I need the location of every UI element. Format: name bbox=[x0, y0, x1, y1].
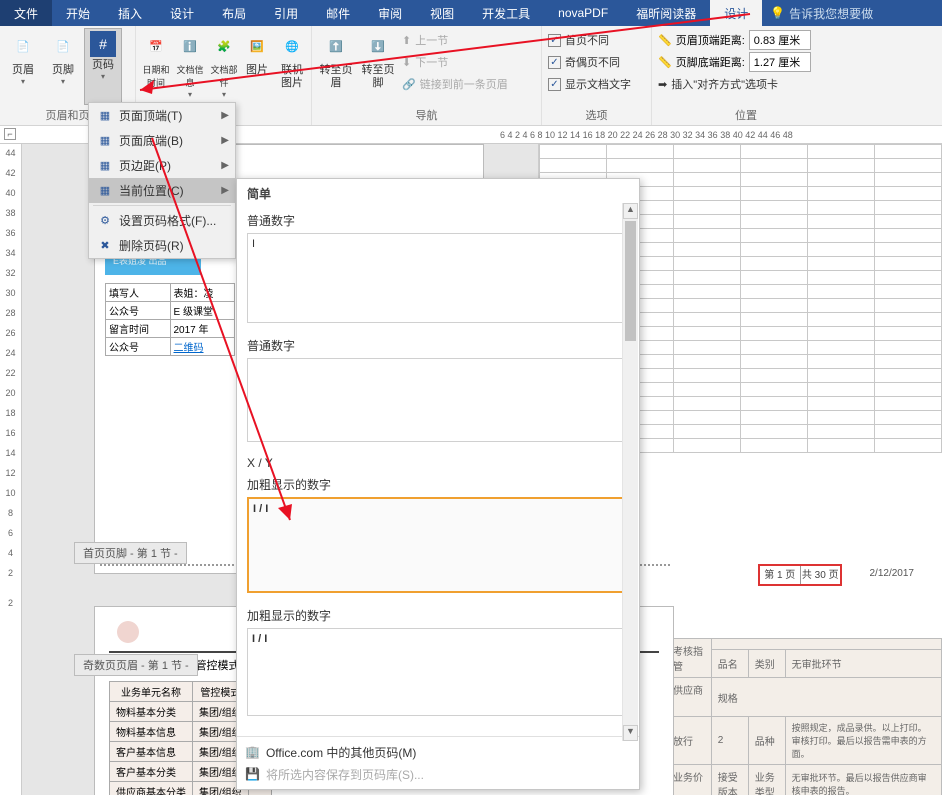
picture-button[interactable]: 🖼️图片 bbox=[242, 28, 272, 105]
tab-design[interactable]: 设计 bbox=[156, 0, 208, 26]
format-page-numbers-item[interactable]: ⚙设置页码格式(F)... bbox=[89, 208, 235, 233]
tab-view[interactable]: 视图 bbox=[416, 0, 468, 26]
link-previous-button[interactable]: 🔗链接到前一条页眉 bbox=[402, 74, 508, 94]
format-icon: ⚙ bbox=[97, 214, 113, 227]
chevron-right-icon: ▶ bbox=[221, 110, 229, 121]
header-button[interactable]: 📄页眉▾ bbox=[4, 28, 42, 105]
footer-button[interactable]: 📄页脚▾ bbox=[44, 28, 82, 105]
chevron-right-icon: ▶ bbox=[221, 135, 229, 146]
page-number-button[interactable]: #页码▾ bbox=[84, 28, 122, 105]
more-from-office-item[interactable]: 🏢Office.com 中的其他页码(M) bbox=[245, 741, 631, 763]
page-bottom-item[interactable]: ▦页面底端(B)▶ bbox=[89, 128, 235, 153]
page-number-dropdown: ▦页面顶端(T)▶ ▦页面底端(B)▶ ▦页边距(P)▶ ▦当前位置(C)▶ ⚙… bbox=[88, 102, 236, 259]
current-position-item[interactable]: ▦当前位置(C)▶ bbox=[89, 178, 235, 203]
page-stamp: 第 1 页共 30 页 bbox=[758, 564, 842, 586]
insert-alignment-tab-button[interactable]: ➡插入"对齐方式"选项卡 bbox=[658, 74, 811, 94]
ruler-numbers: 6 4 2 4 6 8 10 12 14 16 18 20 22 24 26 2… bbox=[500, 130, 793, 140]
remove-page-numbers-item[interactable]: ✖删除页码(R) bbox=[89, 233, 235, 258]
tab-mailings[interactable]: 邮件 bbox=[312, 0, 364, 26]
stamp-date: 2/12/2017 bbox=[870, 568, 915, 579]
quickparts-button[interactable]: 🧩文档部件▾ bbox=[208, 28, 240, 105]
gallery-scrollbar[interactable]: ▲ ▼ bbox=[622, 203, 638, 741]
odd-page-header-tag: 奇数页页眉 - 第 1 节 - bbox=[74, 654, 198, 676]
gallery-item-plain-1[interactable]: I bbox=[247, 233, 629, 323]
gallery-item-bold-2[interactable]: I / I bbox=[247, 628, 629, 716]
page-icon: ▦ bbox=[97, 159, 113, 172]
page-icon: ▦ bbox=[97, 134, 113, 147]
group-navigation: 导航 bbox=[316, 105, 537, 125]
tab-foxit[interactable]: 福昕阅读器 bbox=[622, 0, 710, 26]
different-odd-even-checkbox[interactable]: ✓奇偶页不同 bbox=[548, 52, 631, 72]
tab-header-footer-design[interactable]: 设计 bbox=[710, 0, 762, 26]
scroll-thumb[interactable] bbox=[625, 221, 636, 341]
scroll-up-button[interactable]: ▲ bbox=[623, 203, 638, 219]
show-document-text-checkbox[interactable]: ✓显示文档文字 bbox=[548, 74, 631, 94]
page-top-item[interactable]: ▦页面顶端(T)▶ bbox=[89, 103, 235, 128]
docinfo-button[interactable]: ℹ️文档信息▾ bbox=[174, 28, 206, 105]
previous-section-button[interactable]: ⬆上一节 bbox=[402, 30, 508, 50]
footer-distance-spinner[interactable]: 📏页脚底端距离: bbox=[658, 52, 811, 72]
chevron-down-icon: ▾ bbox=[101, 72, 105, 81]
next-section-button[interactable]: ⬇下一节 bbox=[402, 52, 508, 72]
online-picture-button[interactable]: 🌐联机图片 bbox=[274, 28, 310, 105]
info-table: 填写人表姐：凌 公众号E 级课堂 留言时间2017 年 公众号二维码 bbox=[105, 283, 235, 356]
gallery-header-xofy: X / Y bbox=[237, 452, 639, 472]
tab-home[interactable]: 开始 bbox=[52, 0, 104, 26]
gallery-item-bold-selected[interactable]: I / I bbox=[247, 497, 629, 593]
page-icon: ▦ bbox=[97, 109, 113, 122]
remove-icon: ✖ bbox=[97, 239, 113, 252]
tab-layout[interactable]: 布局 bbox=[208, 0, 260, 26]
save-icon: 💾 bbox=[245, 767, 260, 781]
save-to-gallery-item[interactable]: 💾将所选内容保存到页码库(S)... bbox=[245, 763, 631, 785]
header-distance-spinner[interactable]: 📏页眉顶端距离: bbox=[658, 30, 811, 50]
footer-distance-input[interactable] bbox=[749, 52, 811, 72]
bottom-data-table: 关键考核指标控管 品名类别无审批环节 物料供应商品名规格 核对放行2品种按照规定… bbox=[646, 638, 942, 795]
goto-header-button[interactable]: ⬆️转至页眉 bbox=[316, 28, 356, 105]
page-margins-item[interactable]: ▦页边距(P)▶ bbox=[89, 153, 235, 178]
gallery-category-plain-2: 普通数字 bbox=[237, 333, 639, 356]
first-page-footer-tag: 首页页脚 - 第 1 节 - bbox=[74, 542, 187, 564]
gallery-category-plain: 普通数字 bbox=[237, 208, 639, 231]
gallery-item-plain-2[interactable] bbox=[247, 358, 629, 442]
ruler-corner-icon: ⌐ bbox=[4, 128, 16, 140]
tab-references[interactable]: 引用 bbox=[260, 0, 312, 26]
menu-separator bbox=[93, 205, 231, 206]
group-options: 选项 bbox=[546, 105, 647, 125]
gallery-category-bold: 加粗显示的数字 bbox=[237, 472, 639, 495]
different-first-page-checkbox[interactable]: ✓首页不同 bbox=[548, 30, 631, 50]
goto-footer-button[interactable]: ⬇️转至页脚 bbox=[358, 28, 398, 105]
chevron-down-icon: ▾ bbox=[61, 77, 65, 86]
office-icon: 🏢 bbox=[245, 745, 260, 759]
tab-review[interactable]: 审阅 bbox=[364, 0, 416, 26]
group-position: 位置 bbox=[656, 105, 836, 125]
vertical-ruler[interactable]: 4442403836343230282624222018161412108642… bbox=[0, 144, 22, 795]
chevron-right-icon: ▶ bbox=[221, 160, 229, 171]
chevron-down-icon: ▾ bbox=[21, 77, 25, 86]
tell-me[interactable]: 💡告诉我您想要做 bbox=[762, 0, 881, 26]
datetime-button[interactable]: 📅日期和时间 bbox=[140, 28, 172, 105]
gallery-category-bold-2: 加粗显示的数字 bbox=[237, 603, 639, 626]
tab-insert[interactable]: 插入 bbox=[104, 0, 156, 26]
bulb-icon: 💡 bbox=[770, 6, 785, 20]
tab-novapdf[interactable]: novaPDF bbox=[544, 0, 622, 26]
page-number-gallery: 简单 普通数字 I 普通数字 X / Y 加粗显示的数字 I / I 加粗显示的… bbox=[236, 178, 640, 790]
tab-file[interactable]: 文件 bbox=[0, 0, 52, 26]
gallery-header-simple: 简单 bbox=[237, 179, 639, 208]
scroll-down-button[interactable]: ▼ bbox=[623, 725, 638, 741]
header-distance-input[interactable] bbox=[749, 30, 811, 50]
chevron-right-icon: ▶ bbox=[221, 185, 229, 196]
avatar-small bbox=[117, 621, 139, 643]
page-icon: ▦ bbox=[97, 184, 113, 197]
tab-developer[interactable]: 开发工具 bbox=[468, 0, 544, 26]
